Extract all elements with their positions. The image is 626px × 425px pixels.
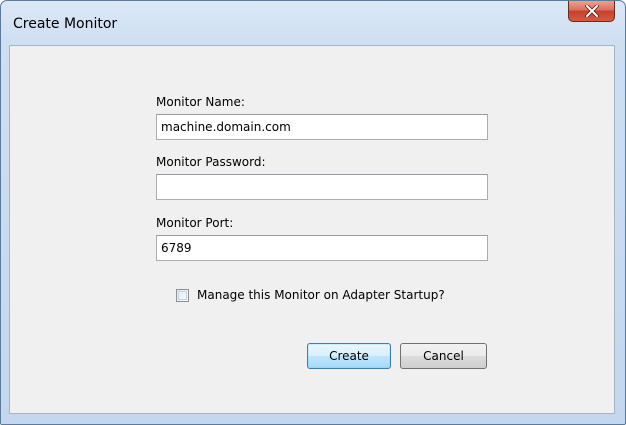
monitor-port-input[interactable] bbox=[156, 235, 488, 261]
monitor-port-label: Monitor Port: bbox=[156, 216, 234, 230]
close-icon bbox=[585, 5, 599, 17]
close-button[interactable] bbox=[568, 1, 615, 22]
monitor-password-input[interactable] bbox=[156, 174, 488, 200]
create-monitor-dialog: Create Monitor Monitor Name: Monitor Pas… bbox=[0, 0, 626, 425]
monitor-name-label: Monitor Name: bbox=[156, 95, 245, 109]
dialog-body: Monitor Name: Monitor Password: Monitor … bbox=[9, 45, 615, 414]
dialog-title: Create Monitor bbox=[13, 16, 118, 32]
manage-on-startup-label[interactable]: Manage this Monitor on Adapter Startup? bbox=[197, 288, 445, 302]
monitor-name-input[interactable] bbox=[156, 114, 488, 140]
monitor-password-label: Monitor Password: bbox=[156, 155, 266, 169]
create-button[interactable]: Create bbox=[307, 343, 391, 369]
cancel-button[interactable]: Cancel bbox=[400, 343, 487, 369]
manage-on-startup-checkbox[interactable] bbox=[176, 289, 189, 302]
title-bar[interactable]: Create Monitor bbox=[1, 1, 625, 45]
